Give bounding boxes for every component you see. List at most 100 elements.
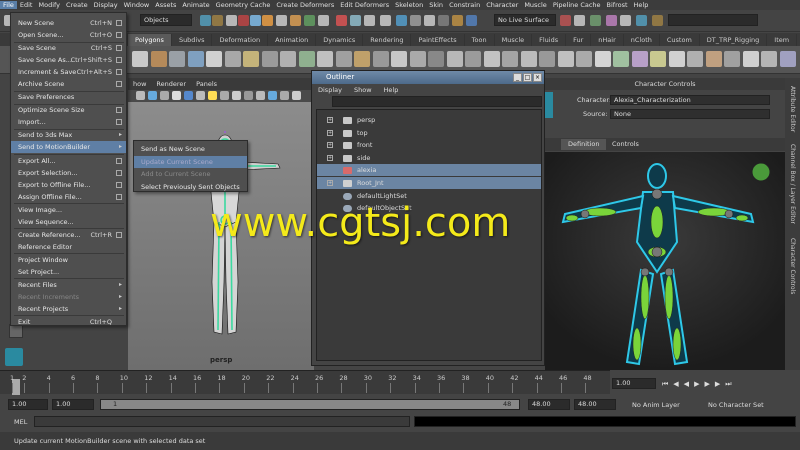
toolbar-icon[interactable]	[620, 15, 631, 26]
shelf-tool-icon[interactable]	[206, 51, 222, 67]
file-menu-item-archive-scene[interactable]: Archive Scene	[11, 78, 126, 90]
file-menu-item-recent-projects[interactable]: Recent Projects ▸	[11, 303, 126, 315]
expand-icon[interactable]: +	[327, 180, 333, 186]
shelf-tab-polygons[interactable]: Polygons	[128, 34, 172, 46]
shelf-tool-icon[interactable]	[409, 51, 426, 67]
shelf-tab-subdivs[interactable]: Subdivs	[172, 34, 213, 46]
menu-skeleton[interactable]: Skeleton	[392, 1, 426, 9]
shelf-tool-icon[interactable]	[613, 51, 629, 67]
outliner-row-top[interactable]: + top	[317, 127, 541, 139]
time-slider[interactable]: 1 2 4 6 8 10 12 14 16 18 20 22 24 26 28 30 32 34 36 38 40 42 4…	[0, 370, 610, 395]
viewport-menu-renderer[interactable]: Renderer	[151, 80, 191, 88]
file-menu-item-exit[interactable]: Exit Ctrl+Q	[11, 316, 126, 328]
file-menu-item-save-preferences[interactable]: Save Preferences	[11, 91, 126, 103]
toolbar-icon[interactable]	[364, 15, 375, 26]
shelf-tool-icon[interactable]	[631, 51, 648, 67]
maximize-icon[interactable]: □	[523, 73, 532, 82]
channel-box-tab[interactable]: Channel Box / Layer Editor	[789, 144, 796, 224]
toolbar-icon[interactable]	[466, 15, 477, 26]
toolbar-icon[interactable]	[350, 15, 361, 26]
character-dropdown[interactable]: Alexia_Characterization	[610, 95, 770, 105]
toolbar-icon[interactable]	[304, 15, 315, 26]
viewport-tool-icon[interactable]	[256, 91, 265, 100]
viewport-tool-icon[interactable]	[196, 91, 205, 100]
shelf-tab-painteffects[interactable]: PaintEffects	[411, 34, 465, 46]
menu-assets[interactable]: Assets	[152, 1, 179, 9]
shelf-tool-icon[interactable]	[594, 51, 611, 67]
shelf-tool-icon[interactable]	[502, 51, 518, 67]
menu-bifrost[interactable]: Bifrost	[604, 1, 631, 9]
menu-edit-deformers[interactable]: Edit Deformers	[337, 1, 392, 9]
source-dropdown[interactable]: None	[610, 109, 770, 119]
menu-geometry-cache[interactable]: Geometry Cache	[213, 1, 274, 9]
toolbar-icon[interactable]	[652, 15, 663, 26]
shelf-tool-icon[interactable]	[298, 51, 315, 67]
shelf-tool-icon[interactable]	[224, 51, 241, 67]
file-menu-item-recent-files[interactable]: Recent Files ▸	[11, 279, 126, 291]
shelf-tool-icon[interactable]	[428, 51, 444, 67]
option-box-icon[interactable]	[116, 69, 122, 76]
quick-search-field[interactable]	[668, 14, 758, 26]
file-menu-item-export-to-offline-file[interactable]: Export to Offline File...	[11, 179, 126, 191]
shelf-tool-icon[interactable]	[280, 51, 296, 67]
viewport-tool-icon[interactable]	[160, 91, 169, 100]
viewport-tool-icon[interactable]	[268, 91, 277, 100]
menu-skin[interactable]: Skin	[426, 1, 446, 9]
option-box-icon[interactable]	[116, 193, 122, 200]
shelf-tool-icon[interactable]	[335, 51, 352, 67]
file-menu-item-send-to-motionbuilder[interactable]: Send to MotionBuilder ▸	[11, 141, 126, 154]
shelf-tab-animation[interactable]: Animation	[268, 34, 317, 46]
file-menu-item-increment-save[interactable]: Increment & Save Ctrl+Alt+S	[11, 66, 126, 78]
viewport-tool-icon[interactable]	[184, 91, 193, 100]
toolbar-icon[interactable]	[410, 15, 421, 26]
viewport-tool-icon[interactable]	[172, 91, 181, 100]
selection-mode-dropdown[interactable]: Objects	[140, 14, 192, 26]
menu-pipeline-cache[interactable]: Pipeline Cache	[550, 1, 604, 9]
shelf-tab-deformation[interactable]: Deformation	[212, 34, 269, 46]
current-frame-field[interactable]: 1.00	[612, 378, 656, 389]
shelf-tab-dynamics[interactable]: Dynamics	[316, 34, 364, 46]
toolbar-icon[interactable]	[276, 15, 287, 26]
character-controls-tab[interactable]: Character Controls	[789, 238, 796, 294]
shelf-tab-item[interactable]: Item	[767, 34, 798, 46]
viewport-tool-icon[interactable]	[280, 91, 289, 100]
shelf-tool-icon[interactable]	[483, 51, 500, 67]
viewport-menu-panels[interactable]: Panels	[191, 80, 222, 88]
viewport-tool-icon[interactable]	[148, 91, 157, 100]
shelf-tab-toon[interactable]: Toon	[465, 34, 495, 46]
live-surface-field[interactable]: No Live Surface	[494, 14, 556, 26]
toolbar-icon[interactable]	[396, 15, 407, 26]
outliner-row-front[interactable]: + front	[317, 139, 541, 151]
shelf-tab-nhair[interactable]: nHair	[591, 34, 624, 46]
toolbar-icon[interactable]	[238, 15, 249, 26]
submenu-item-send-as-new-scene[interactable]: Send as New Scene	[134, 143, 247, 155]
shelf-tool-icon[interactable]	[391, 51, 407, 67]
expand-icon[interactable]: +	[327, 142, 333, 149]
minimize-icon[interactable]: _	[513, 73, 522, 82]
playback-start-field[interactable]: 1.00	[52, 399, 94, 410]
toolbar-icon[interactable]	[290, 15, 301, 26]
toolbar-icon[interactable]	[262, 15, 273, 26]
range-bar[interactable]: 1 48	[100, 399, 520, 410]
option-box-icon[interactable]	[116, 81, 122, 88]
file-menu-item-new-scene[interactable]: New Scene Ctrl+N	[11, 17, 126, 29]
shelf-tab-muscle[interactable]: Muscle	[495, 34, 533, 46]
shelf-tool-icon[interactable]	[557, 51, 574, 67]
file-menu-item-create-reference[interactable]: Create Reference... Ctrl+R	[11, 229, 126, 241]
file-menu-item-reference-editor[interactable]: Reference Editor	[11, 241, 126, 253]
playback-end-field[interactable]: 48.00	[528, 399, 570, 410]
file-menu-item-project-window[interactable]: Project Window	[11, 254, 126, 266]
shelf-tool-icon[interactable]	[520, 51, 537, 67]
shelf-tool-icon[interactable]	[779, 51, 796, 67]
file-menu-item-open-scene[interactable]: Open Scene... Ctrl+O	[11, 29, 126, 41]
outliner-row-side[interactable]: + side	[317, 152, 541, 164]
option-box-icon[interactable]	[116, 119, 122, 126]
shelf-tool-icon[interactable]	[539, 51, 555, 67]
outliner-row-alexia[interactable]: alexia	[317, 164, 541, 177]
character-set-label[interactable]: No Character Set	[708, 401, 764, 409]
option-box-icon[interactable]	[116, 20, 122, 26]
viewport-tool-icon[interactable]	[232, 91, 241, 100]
shelf-tool-icon[interactable]	[243, 51, 259, 67]
option-box-icon[interactable]	[116, 107, 122, 114]
outliner-menu-help[interactable]: Help	[378, 86, 405, 94]
